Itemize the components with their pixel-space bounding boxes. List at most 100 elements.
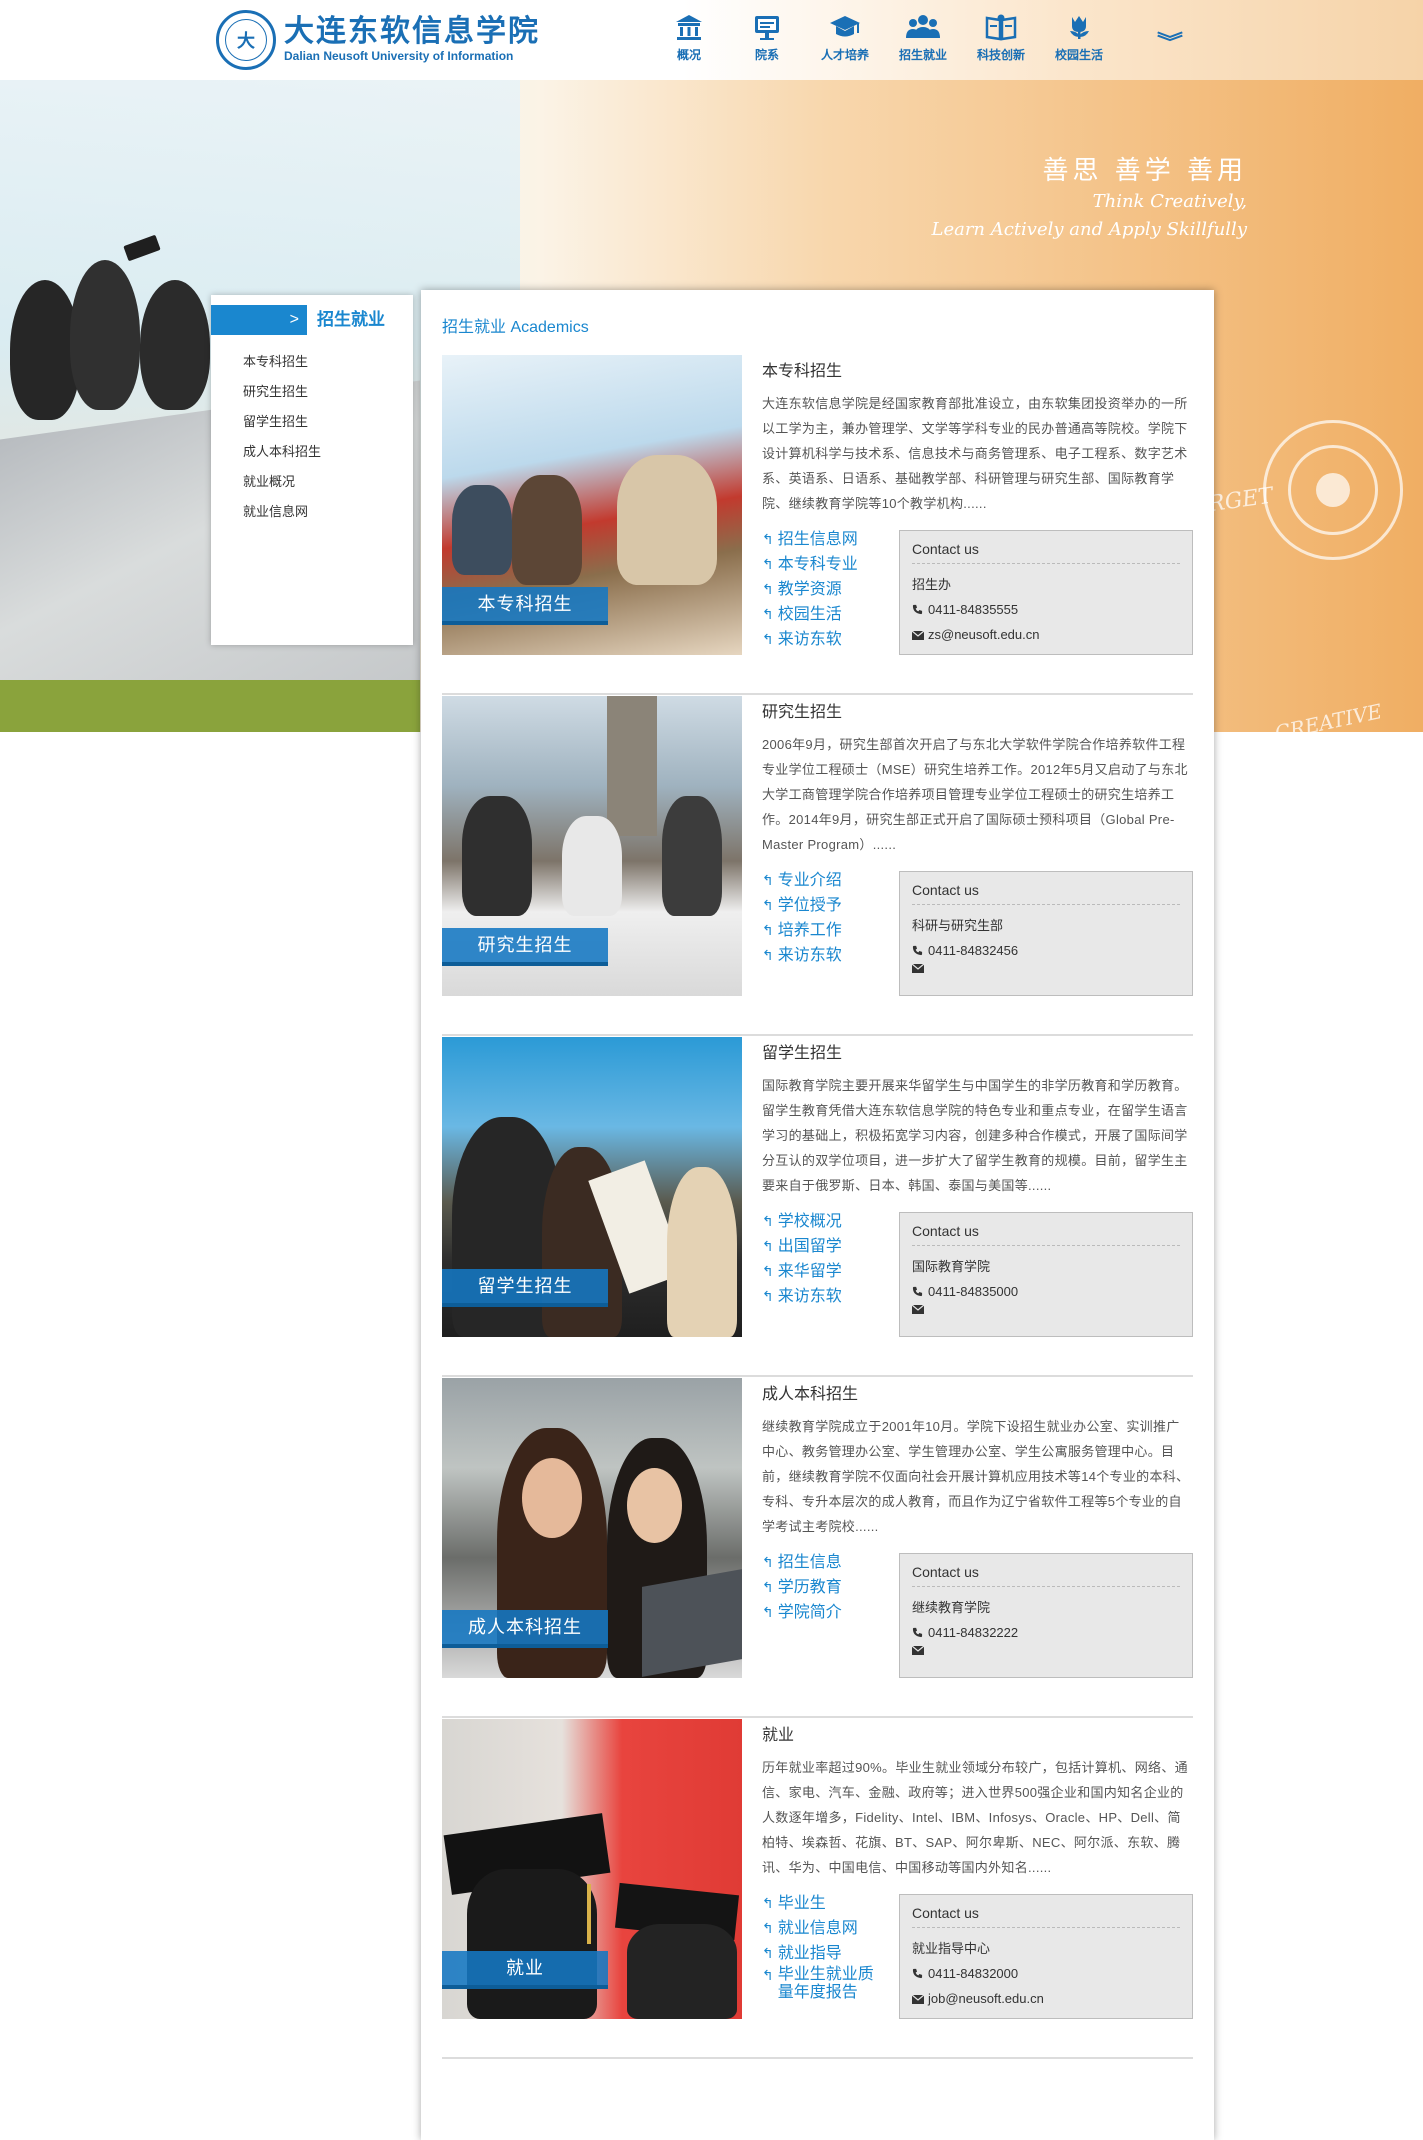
side-menu-item[interactable]: 就业信息网 [243, 497, 321, 527]
nav-item-departments[interactable]: 院系 [728, 12, 806, 63]
entry-photo[interactable]: 留学生招生 [442, 1037, 742, 1337]
entry-link[interactable]: ↰ 来访东软 [762, 943, 842, 968]
nav-item-overview[interactable]: 概况 [650, 12, 728, 63]
entry-link[interactable]: ↰ 毕业生就业质量年度报告 [762, 1966, 887, 2002]
photo-caption: 成人本科招生 [442, 1610, 608, 1648]
side-menu-item[interactable]: 成人本科招生 [243, 437, 321, 467]
reply-arrow-icon: ↰ [762, 556, 774, 572]
banner-grass-shape [0, 680, 420, 732]
main-content: 招生就业 Academics 本专科招生 本专科招生 大连东软信息学院是经国家教… [421, 290, 1214, 2140]
entry-links: ↰ 招生信息 ↰ 学历教育 ↰ 学院简介 [762, 1550, 842, 1625]
entry-description: 历年就业率超过90%。毕业生就业领域分布较广，包括计算机、网络、通信、家电、汽车… [762, 1760, 1188, 1875]
entry-link[interactable]: ↰ 学校概况 [762, 1209, 842, 1234]
entry-link[interactable]: ↰ 学院简介 [762, 1600, 842, 1625]
entry-photo[interactable]: 就业 [442, 1719, 742, 2019]
contact-box: Contact us 科研与研究生部 0411-84832456 [899, 871, 1193, 996]
entry-description: 大连东软信息学院是经国家教育部批准设立，由东软集团投资举办的一所以工学为主，兼办… [762, 396, 1188, 511]
nav-item-admissions[interactable]: 招生就业 [884, 12, 962, 63]
admission-entry: 本专科招生 本专科招生 大连东软信息学院是经国家教育部批准设立，由东软集团投资举… [442, 355, 1193, 695]
entry-photo[interactable]: 本专科招生 [442, 355, 742, 655]
contact-email[interactable] [912, 1645, 1180, 1655]
contact-title: Contact us [912, 882, 1180, 905]
building-icon [650, 12, 728, 42]
nav-item-innovation[interactable]: 科技创新 [962, 12, 1040, 63]
reply-arrow-icon: ↰ [762, 1238, 774, 1254]
main-nav: 概况 院系 人才培养 招生就业 科技创新 校园生活 [650, 12, 1118, 63]
entry-link[interactable]: ↰ 招生信息网 [762, 527, 858, 552]
side-menu-header: > 招生就业 [211, 305, 403, 337]
entry-links: ↰ 毕业生 ↰ 就业信息网 ↰ 就业指导 ↰ 毕业生就业质量年度报告 [762, 1891, 887, 2002]
contact-email[interactable]: job@neusoft.edu.cn [912, 1986, 1180, 2011]
entry-description: 继续教育学院成立于2001年10月。学院下设招生就业办公室、实训推广中心、教务管… [762, 1419, 1190, 1534]
entry-link[interactable]: ↰ 招生信息 [762, 1550, 842, 1575]
contact-phone: 0411-84835555 [912, 597, 1180, 622]
contact-dept: 科研与研究生部 [912, 918, 1004, 933]
reply-arrow-icon: ↰ [762, 606, 774, 622]
side-menu: > 招生就业 本专科招生 研究生招生 留学生招生 成人本科招生 就业概况 就业信… [211, 295, 413, 645]
entry-link[interactable]: ↰ 本专科专业 [762, 552, 858, 577]
side-menu-item[interactable]: 就业概况 [243, 467, 321, 497]
reply-arrow-icon: ↰ [762, 1288, 774, 1304]
side-menu-item[interactable]: 研究生招生 [243, 377, 321, 407]
envelope-icon [912, 1994, 928, 2004]
sketch-word: CREATIVE [1273, 698, 1385, 732]
university-seal-icon: 大 [216, 10, 276, 70]
contact-box: Contact us 国际教育学院 0411-84835000 [899, 1212, 1193, 1337]
entry-title: 本专科招生 [762, 363, 843, 380]
entry-link[interactable]: ↰ 毕业生 [762, 1891, 887, 1916]
page-title: 招生就业 Academics [442, 319, 589, 336]
entry-link[interactable]: ↰ 培养工作 [762, 918, 842, 943]
envelope-icon [912, 1304, 928, 1314]
contact-box: Contact us 就业指导中心 0411-84832000 job@neus… [899, 1894, 1193, 2019]
entry-link[interactable]: ↰ 学历教育 [762, 1575, 842, 1600]
side-menu-item[interactable]: 本专科招生 [243, 347, 321, 377]
board-icon [728, 12, 806, 42]
photo-caption: 就业 [442, 1951, 608, 1989]
reply-arrow-icon: ↰ [762, 1920, 774, 1936]
entry-link[interactable]: ↰ 校园生活 [762, 602, 858, 627]
entry-link[interactable]: ↰ 学位授予 [762, 893, 842, 918]
contact-phone: 0411-84832000 [912, 1961, 1180, 1986]
photo-caption: 本专科招生 [442, 587, 608, 625]
envelope-icon [912, 1645, 928, 1655]
entry-link[interactable]: ↰ 来华留学 [762, 1259, 842, 1284]
entry-link[interactable]: ↰ 来访东软 [762, 627, 858, 652]
contact-phone: 0411-84832222 [912, 1620, 1180, 1645]
reply-arrow-icon: ↰ [762, 947, 774, 963]
reply-arrow-icon: ↰ [762, 1895, 774, 1911]
entry-photo[interactable]: 研究生招生 [442, 696, 742, 996]
nav-item-campus-life[interactable]: 校园生活 [1040, 12, 1118, 63]
reply-arrow-icon: ↰ [762, 1554, 774, 1570]
admission-entry: 就业 就业 历年就业率超过90%。毕业生就业领域分布较广，包括计算机、网络、通信… [442, 1719, 1193, 2059]
entry-photo[interactable]: 成人本科招生 [442, 1378, 742, 1678]
entry-link[interactable]: ↰ 教学资源 [762, 577, 858, 602]
reply-arrow-icon: ↰ [762, 1263, 774, 1279]
entry-description: 2006年9月，研究生部首次开启了与东北大学软件学院合作培养软件工程专业学位工程… [762, 737, 1188, 852]
contact-email[interactable] [912, 1304, 1180, 1314]
entry-link[interactable]: ↰ 来访东软 [762, 1284, 842, 1309]
entry-link[interactable]: ↰ 就业指导 [762, 1941, 887, 1966]
banner-slogan-english: Think Creatively, Learn Actively and App… [931, 191, 1247, 240]
contact-phone: 0411-84832456 [912, 938, 1180, 963]
entry-link[interactable]: ↰ 就业信息网 [762, 1916, 887, 1941]
reply-arrow-icon: ↰ [762, 897, 774, 913]
entry-link[interactable]: ↰ 专业介绍 [762, 868, 842, 893]
double-chevron-down-icon[interactable]: ︾ [1157, 26, 1183, 55]
logo-english-name: Dalian Neusoft University of Information [284, 49, 514, 63]
people-icon [884, 12, 962, 42]
contact-email[interactable] [912, 963, 1180, 973]
entry-link[interactable]: ↰ 出国留学 [762, 1234, 842, 1259]
envelope-icon [912, 963, 928, 973]
site-header: 大 大连东软信息学院 Dalian Neusoft University of … [0, 0, 1423, 80]
site-logo[interactable]: 大 大连东软信息学院 Dalian Neusoft University of … [216, 10, 540, 70]
graduation-cap-icon [806, 12, 884, 42]
phone-icon [912, 604, 928, 615]
nav-item-education[interactable]: 人才培养 [806, 12, 884, 63]
admission-entry: 研究生招生 研究生招生 2006年9月，研究生部首次开启了与东北大学软件学院合作… [442, 696, 1193, 1036]
side-menu-list: 本专科招生 研究生招生 留学生招生 成人本科招生 就业概况 就业信息网 [243, 347, 321, 527]
side-menu-item[interactable]: 留学生招生 [243, 407, 321, 437]
entry-title: 成人本科招生 [762, 1386, 859, 1403]
reply-arrow-icon: ↰ [762, 1604, 774, 1620]
contact-email[interactable]: zs@neusoft.edu.cn [912, 622, 1180, 647]
phone-icon [912, 1968, 928, 1979]
